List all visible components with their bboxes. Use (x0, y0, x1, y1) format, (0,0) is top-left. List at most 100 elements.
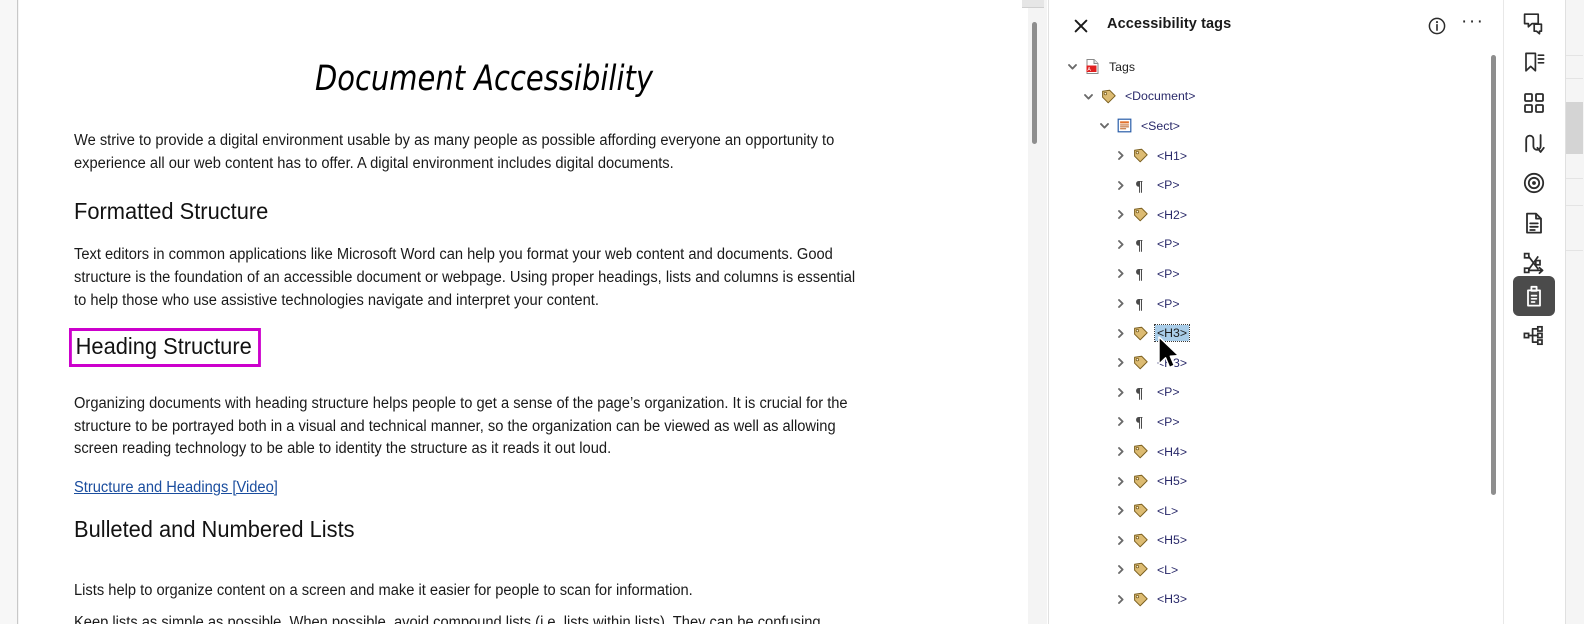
rail-button-document-properties[interactable] (1513, 203, 1555, 243)
tag-icon (1131, 354, 1149, 372)
tag-tree-row-label: <H5> (1157, 474, 1188, 489)
chevron-right-icon[interactable] (1111, 324, 1129, 342)
tag-tree-row-label: <H5> (1157, 533, 1188, 548)
rail-button-comment[interactable] (1513, 3, 1555, 43)
tag-tree-row-label: <Sect> (1141, 118, 1180, 133)
scrollbar-tick (1566, 250, 1583, 251)
chevron-right-icon[interactable] (1111, 383, 1129, 401)
tag-tree-row[interactable]: <H4> (1049, 437, 1489, 467)
tag-tree-row[interactable]: ¶ <P> (1049, 289, 1489, 319)
chevron-right-icon[interactable] (1111, 443, 1129, 461)
chevron-down-icon[interactable] (1095, 117, 1113, 135)
document-link-structure-and-headings[interactable]: Structure and Headings [Video] (74, 477, 278, 499)
document-properties-icon (1522, 211, 1546, 235)
rail-button-bookmark[interactable] (1513, 43, 1555, 83)
tag-icon (1131, 502, 1149, 520)
more-options-icon[interactable]: ··· (1461, 12, 1483, 36)
document-title: Document Accessibility (314, 59, 654, 99)
tag-tree-row[interactable]: <H1> (1049, 141, 1489, 171)
tag-tree-row-label: <L> (1157, 562, 1179, 577)
panel-scrollbar-thumb[interactable] (1491, 55, 1496, 495)
tag-tree-row[interactable]: <L> (1049, 555, 1489, 585)
document-scrollbar-thumb[interactable] (1032, 22, 1037, 144)
document-heading-bulleted-and-numbered-lists: Bulleted and Numbered Lists (74, 516, 355, 543)
tag-tree-row-label: <H1> (1157, 148, 1188, 163)
chevron-down-icon[interactable] (1063, 58, 1081, 76)
document-scrollbar[interactable] (1028, 12, 1042, 624)
tag-tree-row[interactable]: <L> (1049, 496, 1489, 526)
tag-tree-row[interactable]: A Tags (1049, 52, 1489, 82)
tag-tree-row[interactable]: <H2> (1049, 200, 1489, 230)
tag-icon (1131, 590, 1149, 608)
tag-tree-row-label: <Document> (1125, 89, 1196, 104)
tag-tree-row-label: Tags (1109, 59, 1135, 74)
chevron-right-icon[interactable] (1111, 176, 1129, 194)
tag-tree-row[interactable]: ¶ <P> (1049, 230, 1489, 260)
info-icon[interactable] (1427, 16, 1447, 36)
window-scrollbar-thumb[interactable] (1566, 102, 1583, 154)
document-content: Document Accessibility We strive to prov… (69, 0, 894, 624)
rail-button-accessibility-tags[interactable] (1513, 276, 1555, 316)
page-thumbnails-icon (1522, 91, 1546, 115)
rail-button-reading-order[interactable] (1513, 123, 1555, 163)
tag-tree-row-label: <P> (1157, 385, 1180, 400)
tag-tree-row[interactable]: ¶ <P> (1049, 170, 1489, 200)
rail-button-content-tree[interactable] (1513, 316, 1555, 356)
svg-text:A: A (1087, 67, 1091, 73)
tag-tree-row[interactable]: <H3> (1049, 348, 1489, 378)
tag-tree-row[interactable]: ¶ <P> (1049, 378, 1489, 408)
svg-text:¶: ¶ (1135, 296, 1143, 312)
tag-tree[interactable]: A Tags <Document> <Sect> <H1> ¶ <P> <H2> ¶ <P> ¶ <P… (1049, 52, 1489, 624)
chevron-right-icon[interactable] (1111, 590, 1129, 608)
tag-tree-row[interactable]: <H3> (1049, 318, 1489, 348)
tag-tree-row-label: <H3> (1157, 592, 1188, 607)
tag-tree-row[interactable]: <H5> (1049, 526, 1489, 556)
tag-icon (1131, 206, 1149, 224)
svg-text:¶: ¶ (1135, 415, 1143, 431)
rail-button-page-thumbnails[interactable] (1513, 83, 1555, 123)
chevron-right-icon[interactable] (1111, 265, 1129, 283)
chevron-right-icon[interactable] (1111, 502, 1129, 520)
document-paragraph-5: Keep lists as simple as possible. When p… (74, 613, 825, 624)
chevron-right-icon[interactable] (1111, 472, 1129, 490)
tag-icon (1131, 147, 1149, 165)
tag-tree-row[interactable]: <H5> (1049, 466, 1489, 496)
document-left-gutter (0, 0, 18, 624)
chevron-right-icon[interactable] (1111, 206, 1129, 224)
accessibility-tags-panel: Accessibility tags ··· A Tags <Document> <S… (1048, 0, 1502, 624)
chevron-right-icon[interactable] (1111, 235, 1129, 253)
tag-structure-icon (1522, 251, 1546, 275)
scrollbar-tick (1566, 55, 1583, 56)
chevron-right-icon[interactable] (1111, 147, 1129, 165)
chevron-right-icon[interactable] (1111, 413, 1129, 431)
rail-button-accessibility-check[interactable] (1513, 163, 1555, 203)
document-viewer: Document Accessibility We strive to prov… (0, 0, 1047, 624)
tag-icon (1099, 87, 1117, 105)
tag-tree-row[interactable]: <H3> (1049, 585, 1489, 615)
document-paragraph-3: Organizing documents with heading struct… (74, 395, 848, 458)
tag-tree-row[interactable]: ¶ <P> (1049, 407, 1489, 437)
tag-tree-row-label: <H3> (1157, 355, 1188, 370)
tag-tree-row-label: <H3> (1153, 324, 1191, 343)
close-icon[interactable] (1071, 16, 1091, 36)
paragraph-icon: ¶ (1131, 383, 1149, 401)
chevron-right-icon[interactable] (1111, 531, 1129, 549)
chevron-down-icon[interactable] (1079, 87, 1097, 105)
tag-tree-row-label: <P> (1157, 296, 1180, 311)
reading-order-icon (1522, 131, 1546, 155)
chevron-right-icon[interactable] (1111, 295, 1129, 313)
svg-text:¶: ¶ (1135, 237, 1143, 253)
panel-title: Accessibility tags (1107, 16, 1232, 32)
window-scrollbar[interactable] (1565, 0, 1584, 624)
tag-tree-row[interactable]: ¶ <P> (1049, 259, 1489, 289)
tag-tree-row[interactable]: <Sect> (1049, 111, 1489, 141)
tag-tree-row[interactable]: <Document> (1049, 82, 1489, 112)
accessibility-tags-panel-header: Accessibility tags ··· (1049, 0, 1503, 50)
chevron-right-icon[interactable] (1111, 354, 1129, 372)
content-tree-icon (1522, 324, 1546, 348)
section-icon (1115, 117, 1133, 135)
tag-tree-row-label: <P> (1157, 178, 1180, 193)
accessibility-tags-icon (1522, 284, 1546, 308)
tag-icon (1131, 324, 1149, 342)
chevron-right-icon[interactable] (1111, 561, 1129, 579)
